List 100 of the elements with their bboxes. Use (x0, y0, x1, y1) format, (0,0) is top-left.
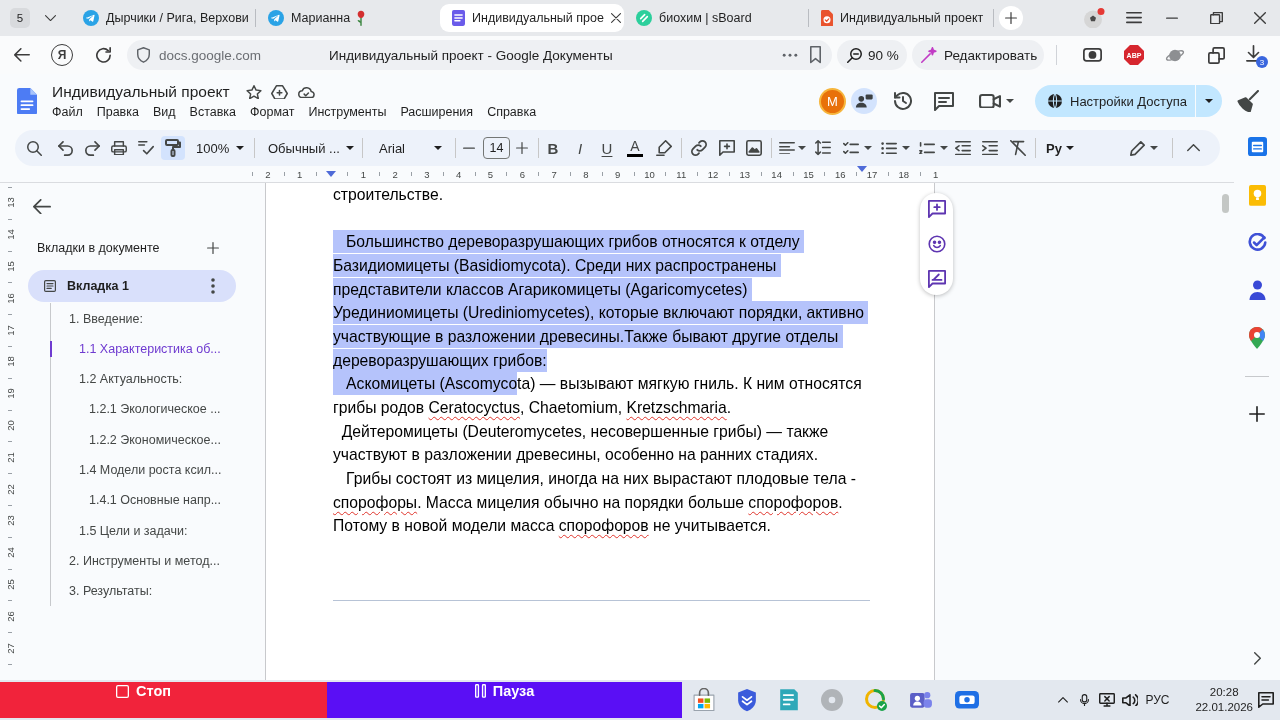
zoom-dropdown[interactable]: 100% (192, 136, 247, 160)
align-left-icon[interactable] (779, 141, 795, 155)
add-comment-icon[interactable] (927, 200, 946, 218)
outline-item[interactable]: 1.5 Цели и задачи: (50, 515, 236, 546)
font-dropdown[interactable]: Arial (375, 136, 445, 160)
search-icon[interactable] (27, 140, 42, 156)
back-arrow-icon[interactable] (33, 199, 51, 215)
plus-icon[interactable] (516, 142, 528, 154)
outline-item[interactable]: 3. Результаты: (50, 576, 236, 607)
restore-icon[interactable] (1210, 11, 1223, 25)
shopping-bag-icon[interactable] (693, 688, 715, 712)
star-icon[interactable] (245, 84, 262, 100)
bulleted-list-icon[interactable] (881, 141, 897, 155)
speaker-icon[interactable] (1122, 693, 1139, 707)
redo-icon[interactable] (85, 140, 100, 156)
microphone-icon[interactable] (1080, 693, 1090, 707)
edit-button[interactable]: Редактировать (912, 40, 1044, 70)
menu-item[interactable]: Правка (96, 103, 139, 120)
monitor-x-icon[interactable] (1099, 693, 1116, 707)
shield-icon[interactable] (737, 687, 757, 713)
print-icon[interactable] (111, 140, 127, 156)
chevron-right-icon[interactable] (1253, 652, 1261, 665)
map-pin-icon[interactable] (1249, 326, 1265, 349)
chevron-down-icon[interactable] (45, 14, 56, 22)
chevron-up-icon[interactable] (1186, 144, 1200, 152)
calendar-icon[interactable] (1247, 137, 1267, 156)
address-field[interactable]: docs.google.com Индивидуальный проект - Google Документы (127, 40, 832, 70)
checklist-icon[interactable] (843, 142, 859, 154)
caret-up-icon[interactable] (1058, 697, 1069, 703)
menu-item[interactable]: Справка (487, 103, 537, 120)
clock-date[interactable]: 22.01.2026 (1195, 700, 1253, 715)
document-tab[interactable]: Вкладка 1 (28, 270, 236, 303)
style-dropdown[interactable]: Обычный ... (264, 136, 356, 160)
shield-icon[interactable] (137, 47, 150, 63)
stop-recording-button[interactable]: Стоп (0, 682, 327, 718)
outline-item[interactable]: 1.4.1 Основные напр... (50, 485, 236, 516)
share-menu-button[interactable] (1196, 85, 1222, 117)
clock-time[interactable]: 20:28 (1209, 685, 1239, 700)
new-tab-button[interactable] (999, 6, 1023, 30)
browser-tab[interactable]: Индивидуальный прое (440, 4, 624, 32)
tab-count-button[interactable]: 5 (10, 8, 30, 28)
spellcheck-icon[interactable] (138, 141, 154, 155)
video-camera-icon[interactable] (979, 93, 1001, 109)
broom-icon[interactable] (1237, 89, 1259, 113)
link-icon[interactable] (690, 139, 708, 157)
more-icon[interactable] (782, 52, 798, 58)
indent-marker-icon[interactable] (326, 171, 337, 177)
browser-tab[interactable]: Марианна (256, 4, 440, 32)
caret-icon[interactable] (864, 146, 872, 150)
caret-icon[interactable] (798, 146, 806, 150)
underline-button[interactable]: U (596, 136, 618, 160)
outline-item[interactable]: 2. Инструменты и метод... (50, 545, 236, 577)
plus-icon[interactable] (1005, 12, 1017, 24)
italic-button[interactable]: I (569, 136, 591, 160)
close-icon[interactable] (610, 13, 621, 23)
browser-tab[interactable]: Индивидуальный проект (809, 4, 993, 32)
notebook-icon[interactable] (779, 688, 799, 712)
menu-icon[interactable] (1126, 12, 1142, 24)
menu-item[interactable]: Расширения (400, 103, 474, 120)
docs-logo-icon[interactable] (17, 87, 37, 115)
cards-icon[interactable] (1208, 46, 1225, 64)
bookmark-icon[interactable] (810, 46, 821, 64)
check-circle-icon[interactable] (1247, 232, 1267, 252)
text-color-button[interactable]: A (624, 136, 646, 160)
bold-button[interactable]: B (542, 136, 564, 160)
clear-formatting-icon[interactable] (1010, 140, 1026, 156)
menu-item[interactable]: Инструменты (308, 103, 387, 120)
outline-item[interactable]: 1.2.2 Экономическое... (50, 424, 236, 455)
browser-tab[interactable]: биохим | sBoard (624, 4, 808, 32)
menu-item[interactable]: Формат (250, 103, 295, 120)
zoom-button[interactable]: 90 % (837, 40, 907, 70)
people-tile-icon[interactable] (909, 691, 933, 709)
indent-decrease-icon[interactable] (955, 140, 971, 156)
share-button[interactable]: Настройки Доступа (1035, 85, 1195, 117)
caret-icon[interactable] (1149, 146, 1158, 150)
browser-tab[interactable]: Дырчики / Рига, Верхови (71, 4, 255, 32)
outline-item[interactable]: 1. Введение: (50, 303, 236, 334)
numbered-list-icon[interactable] (919, 141, 935, 155)
caret-icon[interactable] (940, 146, 948, 150)
paint-roller-icon[interactable] (161, 136, 185, 160)
undo-icon[interactable] (58, 140, 73, 156)
highlighter-icon[interactable] (656, 140, 672, 156)
sync-check-icon[interactable] (865, 689, 887, 711)
plus-icon[interactable] (207, 242, 219, 255)
close-icon[interactable] (1254, 12, 1266, 24)
reload-icon[interactable] (96, 47, 111, 63)
downloads-button[interactable]: 3 (1244, 42, 1268, 68)
profile-ball-icon[interactable] (1084, 7, 1105, 29)
caret-icon[interactable] (1006, 99, 1014, 103)
document-title[interactable]: Индивидуальный проект (52, 83, 230, 101)
plus-icon[interactable] (1249, 405, 1265, 422)
caret-icon[interactable] (902, 146, 910, 150)
more-vertical-icon[interactable] (211, 278, 215, 295)
menu-item[interactable]: Вставка (189, 103, 237, 120)
image-icon[interactable] (746, 140, 762, 156)
outline-item[interactable]: 1.2 Актуальность: (50, 364, 236, 395)
cloud-check-icon[interactable] (297, 85, 315, 99)
pause-recording-button[interactable]: Пауза (327, 682, 682, 718)
emoji-icon[interactable] (927, 235, 946, 253)
outline-item[interactable]: 1.4 Модели роста ксил... (50, 454, 236, 486)
